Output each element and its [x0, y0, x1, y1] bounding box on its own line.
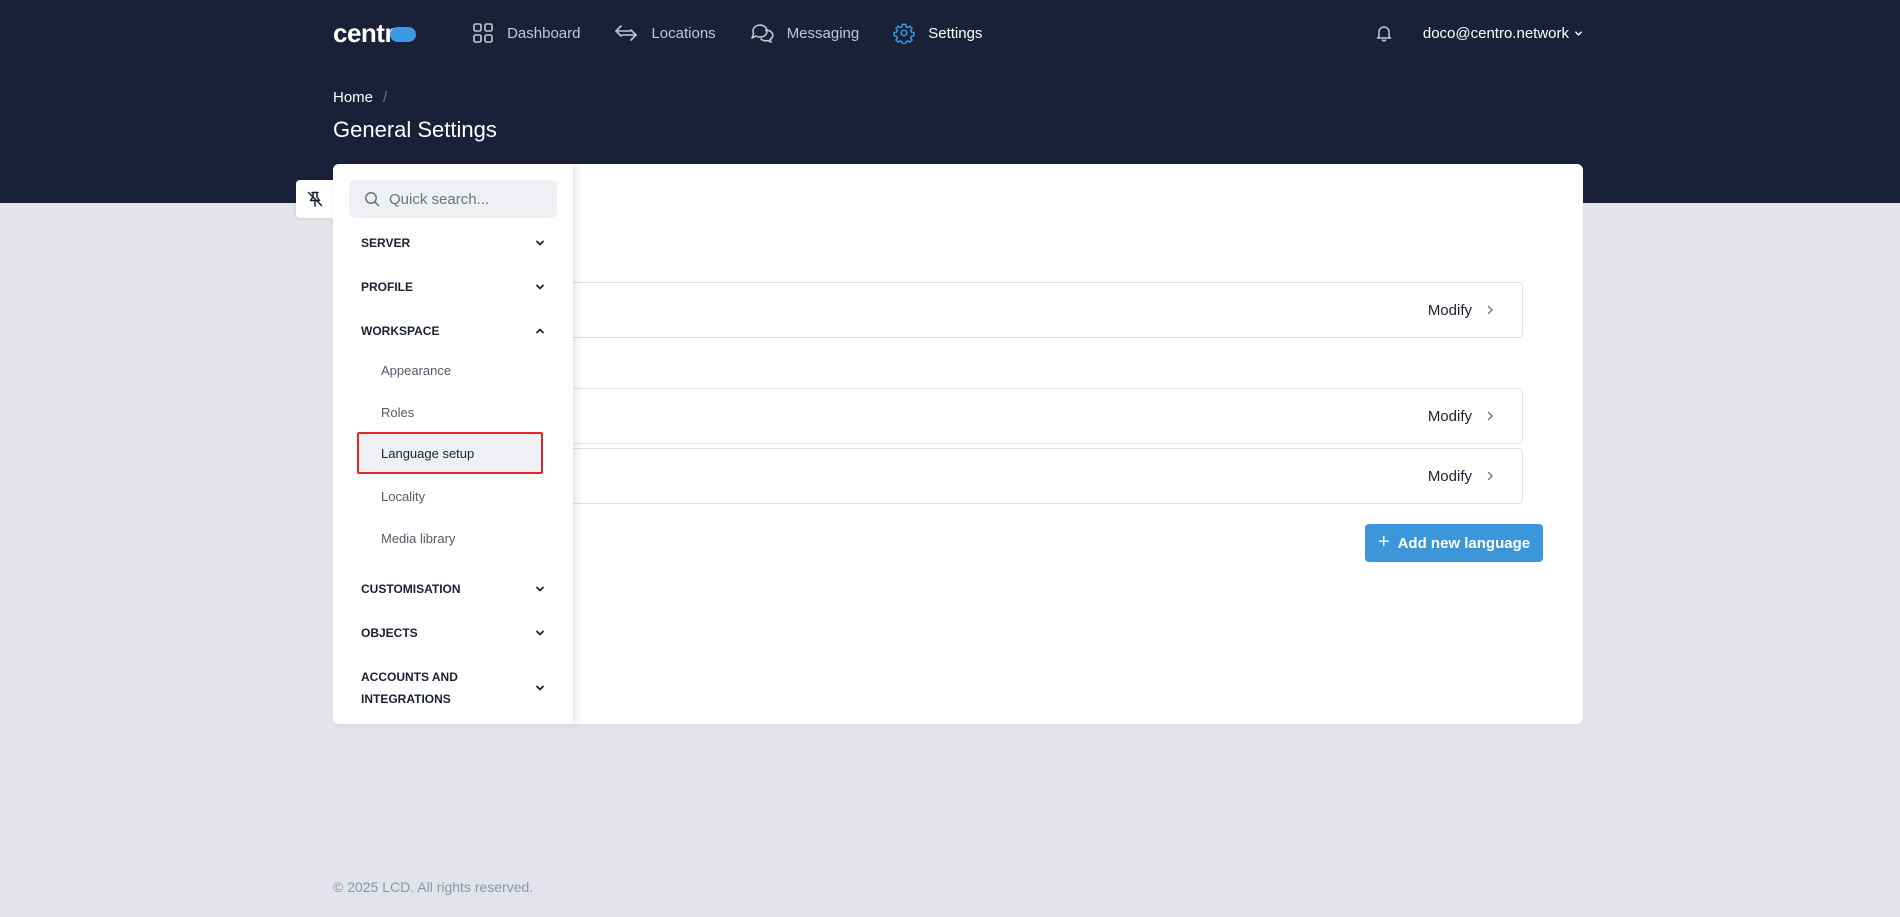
add-button-label: Add new language	[1397, 534, 1531, 552]
language-row[interactable]: Modify	[563, 388, 1523, 444]
notifications-button[interactable]	[1375, 24, 1393, 42]
chevron-right-icon	[1487, 471, 1493, 481]
chevron-down-icon	[1575, 30, 1582, 36]
modify-label: Modify	[1427, 407, 1472, 425]
gear-icon	[893, 23, 915, 44]
modify-label: Modify	[1427, 467, 1472, 485]
top-nav: centr Dashboard Locations Messaging Sett…	[333, 0, 1583, 66]
chevron-down-icon	[536, 586, 544, 592]
search-icon	[365, 192, 380, 207]
sidebar-item-locality[interactable]: Locality	[381, 489, 425, 504]
modify-label: Modify	[1427, 301, 1472, 319]
logo-pill-icon	[390, 26, 417, 42]
section-workspace[interactable]: WORKSPACE	[361, 320, 545, 342]
section-label: OBJECTS	[361, 626, 418, 640]
language-row[interactable]: Modify	[563, 282, 1523, 338]
logo-text: centr	[333, 17, 395, 48]
breadcrumb-separator: /	[383, 89, 388, 106]
modify-button[interactable]: Modify	[1428, 283, 1494, 337]
language-row[interactable]: Modify	[563, 448, 1523, 504]
nav-label: Dashboard	[507, 24, 581, 42]
chevron-right-icon	[1487, 305, 1493, 315]
plus-icon: +	[1377, 530, 1390, 553]
nav-item-dashboard[interactable]: Dashboard	[472, 22, 580, 44]
nav-label: Locations	[651, 24, 716, 42]
nav-item-locations[interactable]: Locations	[614, 23, 716, 43]
section-label: CUSTOMISATION	[361, 582, 461, 596]
breadcrumb: Home /	[333, 89, 387, 106]
bell-icon	[1376, 26, 1392, 42]
sidebar-item-language-setup[interactable]: Language setup	[357, 432, 543, 474]
chevron-down-icon	[536, 284, 544, 290]
section-label: WORKSPACE	[361, 324, 440, 338]
add-new-language-button[interactable]: + Add new language	[1365, 524, 1543, 562]
chevron-up-icon	[536, 328, 544, 334]
sidebar-item-roles[interactable]: Roles	[381, 405, 414, 420]
section-objects[interactable]: OBJECTS	[361, 622, 545, 644]
section-profile[interactable]: PROFILE	[361, 276, 545, 298]
user-email: doco@centro.network	[1422, 24, 1569, 42]
section-label: ACCOUNTS AND INTEGRATIONS	[361, 670, 458, 706]
section-accounts-and-integrations[interactable]: ACCOUNTS AND INTEGRATIONS	[361, 666, 545, 710]
user-menu[interactable]: doco@centro.network	[1423, 25, 1583, 42]
quick-search[interactable]	[349, 180, 557, 218]
sidebar-item-media-library[interactable]: Media library	[381, 531, 455, 546]
sidebar-item-appearance[interactable]: Appearance	[381, 363, 451, 378]
pin-off-icon	[307, 191, 323, 207]
breadcrumb-home[interactable]: Home	[333, 89, 373, 106]
nav-label: Messaging	[786, 24, 860, 42]
logo[interactable]: centr	[333, 17, 417, 49]
chevron-right-icon	[1487, 411, 1493, 421]
grid-icon	[473, 23, 493, 43]
nav-item-settings[interactable]: Settings	[893, 22, 982, 44]
settings-sidebar: SERVER PROFILE WORKSPACE Appearance Role…	[333, 164, 573, 724]
modify-button[interactable]: Modify	[1428, 449, 1494, 503]
unpin-sidebar-button[interactable]	[296, 180, 334, 218]
section-customisation[interactable]: CUSTOMISATION	[361, 578, 545, 600]
chevron-down-icon	[536, 685, 544, 691]
search-input[interactable]	[389, 190, 549, 208]
sidebar-item-label: Language setup	[381, 445, 475, 461]
modify-button[interactable]: Modify	[1428, 389, 1494, 443]
page-title: General Settings	[333, 117, 497, 142]
chevron-down-icon	[536, 630, 544, 636]
nav-right: doco@centro.network	[1375, 0, 1583, 66]
arrows-swap-icon	[615, 25, 638, 41]
section-label: SERVER	[361, 236, 411, 250]
section-server[interactable]: SERVER	[361, 232, 545, 254]
section-label: PROFILE	[361, 280, 414, 294]
nav-item-messaging[interactable]: Messaging	[750, 22, 860, 44]
nav-label: Settings	[928, 24, 983, 42]
chat-bubbles-icon	[750, 24, 774, 43]
chevron-down-icon	[536, 240, 544, 246]
footer-copyright: © 2025 LCD. All rights reserved.	[333, 879, 534, 895]
